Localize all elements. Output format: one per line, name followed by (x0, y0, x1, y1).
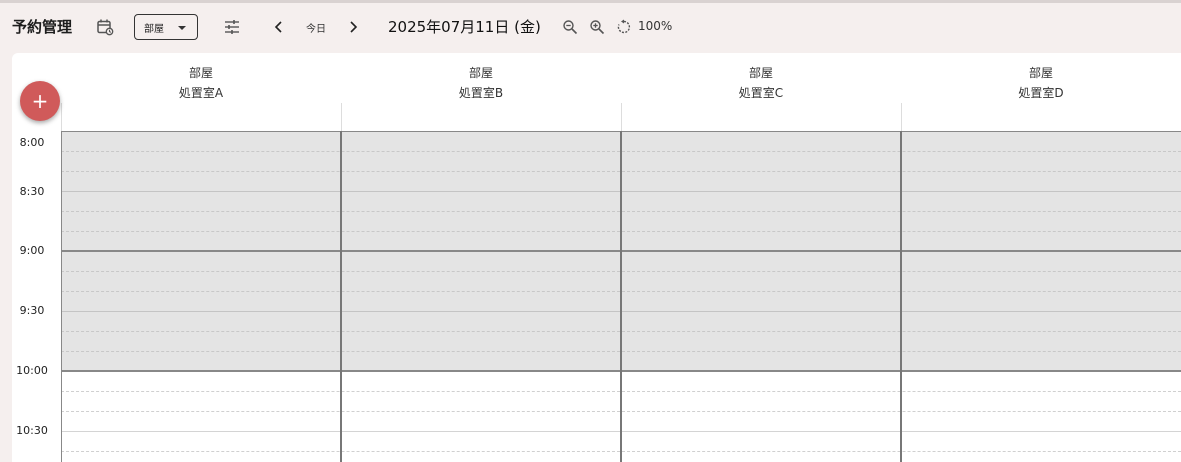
zoom-out-button[interactable] (561, 18, 579, 36)
prev-day-button[interactable] (270, 17, 288, 37)
calendar-panel: 部屋 処置室A 部屋 処置室B 部屋 処置室C 部屋 処置室D 8:00 8:3… (12, 53, 1181, 462)
column-line (900, 131, 902, 462)
column-header-1: 部屋 処置室A (61, 53, 341, 103)
column-type: 部屋 (1028, 66, 1053, 80)
header-separator (621, 103, 622, 131)
toolbar: 予約管理 部屋 今日 2025年07月11日 (金) 100% (0, 3, 1181, 49)
add-reservation-button[interactable]: + (20, 81, 60, 121)
zoom-in-icon (590, 20, 605, 35)
reset-zoom-button[interactable] (615, 18, 633, 36)
column-type: 部屋 (468, 66, 493, 80)
column-line (340, 131, 342, 462)
column-name: 処置室D (1018, 86, 1064, 100)
calendar-refresh-button[interactable] (95, 17, 115, 37)
column-name: 処置室A (178, 86, 224, 100)
next-day-button[interactable] (344, 17, 362, 37)
time-label: 8:30 (19, 185, 45, 198)
column-name: 処置室C (738, 86, 784, 100)
calendar-refresh-icon (97, 19, 114, 36)
view-select-value: 部屋 (144, 23, 164, 35)
chevron-right-icon (350, 21, 358, 33)
tune-icon (225, 20, 239, 34)
chevron-left-icon (274, 21, 282, 33)
column-header-2: 部屋 処置室B (341, 53, 621, 103)
plus-icon: + (31, 89, 49, 113)
today-button[interactable]: 今日 (302, 17, 330, 37)
view-select[interactable]: 部屋 (134, 14, 198, 40)
column-name: 処置室B (458, 86, 504, 100)
time-label: 8:00 (19, 136, 45, 149)
app-title: 予約管理 (12, 18, 73, 36)
column-line (620, 131, 622, 462)
schedule-grid[interactable] (61, 131, 1181, 462)
time-label: 10:00 (16, 364, 48, 377)
time-label: 10:30 (16, 424, 48, 437)
column-type: 部屋 (188, 66, 213, 80)
filter-settings-button[interactable] (222, 17, 242, 37)
reset-zoom-icon (617, 19, 631, 34)
time-label: 9:30 (19, 304, 45, 317)
header-separator (901, 103, 902, 131)
column-header-4: 部屋 処置室D (901, 53, 1181, 103)
column-type: 部屋 (748, 66, 773, 80)
header-separator (61, 103, 62, 131)
zoom-level: 100% (638, 19, 673, 33)
column-line (61, 131, 62, 462)
header-separator (341, 103, 342, 131)
time-label: 9:00 (19, 244, 45, 257)
caret-down-icon (178, 26, 186, 30)
current-date: 2025年07月11日 (金) (388, 18, 541, 36)
zoom-in-button[interactable] (588, 18, 606, 36)
zoom-out-icon (563, 20, 578, 35)
column-header-3: 部屋 処置室C (621, 53, 901, 103)
